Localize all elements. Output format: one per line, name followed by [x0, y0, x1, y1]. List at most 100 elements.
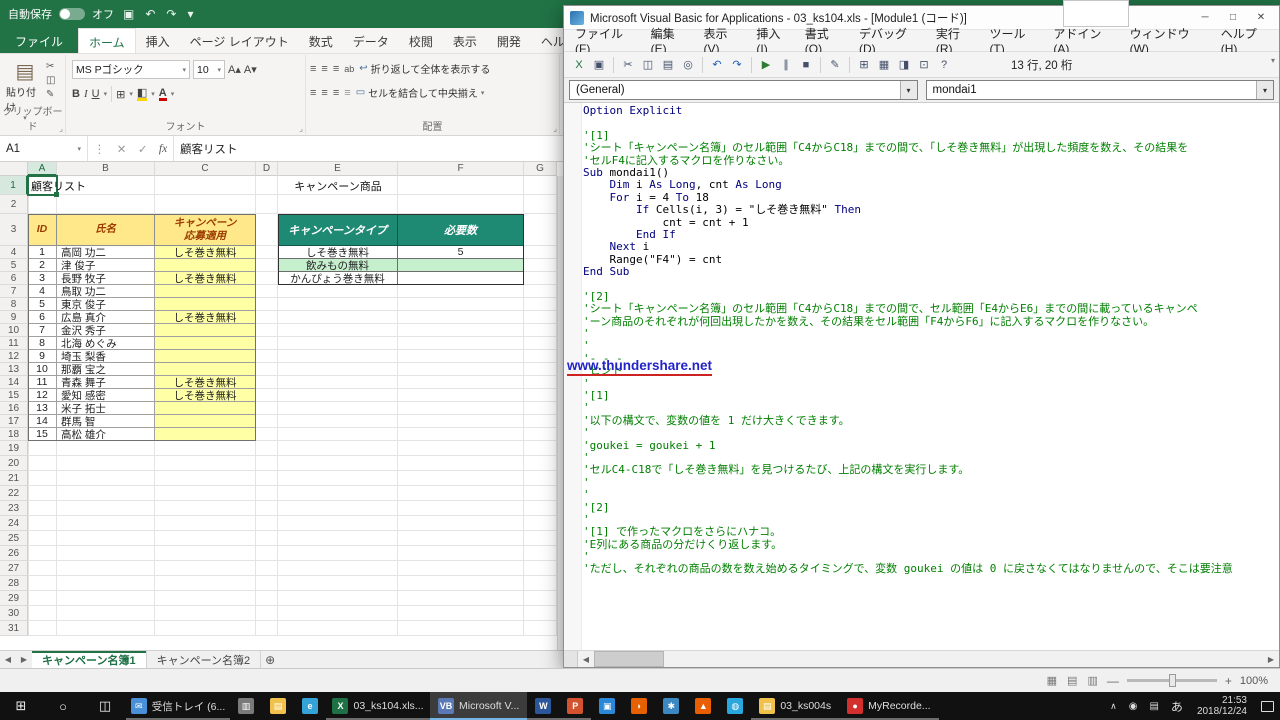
cell-C15[interactable]: しそ巻き無料 [155, 389, 256, 402]
undo-icon[interactable]: ↶ [708, 56, 726, 74]
column-header-F[interactable]: F [398, 162, 524, 176]
row-header-18[interactable]: 18 [0, 428, 28, 441]
row-header-8[interactable]: 8 [0, 298, 28, 311]
cell-F4[interactable]: 5 [398, 246, 524, 259]
redo-icon[interactable]: ↷ [164, 7, 178, 21]
fill-color-button[interactable]: ◧ [137, 88, 147, 101]
cell-B15[interactable]: 愛知 感密 [57, 389, 155, 402]
code-line-4[interactable]: 'シート「キャンペーン名簿」のセル範囲「C4からC18」までの間で、「しそ巻き無… [583, 142, 1279, 154]
cell-B14[interactable]: 青森 舞子 [57, 376, 155, 389]
row-header-13[interactable]: 13 [0, 363, 28, 376]
normal-view-icon[interactable]: ▦ [1046, 674, 1058, 687]
cell-C7[interactable] [155, 285, 256, 298]
design-mode-icon[interactable]: ✎ [826, 56, 844, 74]
ime-indicator[interactable]: あ [1165, 692, 1189, 720]
column-header-B[interactable]: B [57, 162, 155, 176]
row-header-30[interactable]: 30 [0, 606, 28, 621]
column-header-D[interactable]: D [256, 162, 278, 176]
cell-B9[interactable]: 広島 真介 [57, 311, 155, 324]
orientation-icon[interactable]: ab [344, 64, 354, 74]
row-header-5[interactable]: 5 [0, 259, 28, 272]
decrease-font-icon[interactable]: A▾ [244, 63, 257, 76]
cell-B10[interactable]: 金沢 秀子 [57, 324, 155, 337]
object-select[interactable]: (General)▾ [569, 80, 918, 100]
row-header-16[interactable]: 16 [0, 402, 28, 415]
tray-icon-1[interactable]: ◉ [1123, 692, 1144, 720]
save-icon[interactable]: ▣ [121, 7, 136, 21]
cell-B6[interactable]: 長野 牧子 [57, 272, 155, 285]
row-header-21[interactable]: 21 [0, 471, 28, 486]
page-break-view-icon[interactable]: ▥ [1086, 674, 1098, 687]
format-painter-icon[interactable]: ✎ [46, 89, 55, 100]
cell-A10[interactable]: 7 [28, 324, 57, 337]
horizontal-scrollbar[interactable]: ◀ ▶ [564, 650, 1279, 667]
code-line-24[interactable]: '[1] [583, 390, 1279, 402]
cell-A15[interactable]: 12 [28, 389, 57, 402]
font-size-select[interactable]: 10▾ [193, 60, 225, 79]
code-line-1[interactable]: Option Explicit [583, 105, 1279, 117]
ribbon-tab-9[interactable]: ヘルプ [531, 28, 565, 53]
cell-A8[interactable]: 5 [28, 298, 57, 311]
zoom-slider[interactable] [1127, 679, 1217, 682]
align-middle-icon[interactable]: ≡ [321, 63, 327, 75]
cell-C9[interactable]: しそ巻き無料 [155, 311, 256, 324]
ribbon-tab-7[interactable]: 表示 [443, 28, 487, 53]
cell-C11[interactable] [155, 337, 256, 350]
row-header-28[interactable]: 28 [0, 576, 28, 591]
wrap-text-button[interactable]: ↩ 折り返して全体を表示する [359, 61, 490, 76]
formula-options-icon[interactable]: ⋮ [94, 142, 106, 156]
code-line-23[interactable]: ' [583, 378, 1279, 390]
row-header-1[interactable]: 1 [0, 176, 28, 195]
align-center-icon[interactable]: ≡ [321, 87, 327, 99]
enter-icon[interactable]: ✓ [138, 142, 148, 156]
undo-icon[interactable]: ↶ [143, 7, 157, 21]
cell-A4[interactable]: 1 [28, 246, 57, 259]
vlc-button[interactable]: ▲ [687, 692, 719, 720]
merge-center-button[interactable]: ▭ セルを結合して中央揃え ▾ [356, 85, 485, 100]
cell-A17[interactable]: 14 [28, 415, 57, 428]
row-header-17[interactable]: 17 [0, 415, 28, 428]
firefox-button[interactable]: ◗ [623, 692, 655, 720]
code-line-38[interactable]: 'ただし、それぞれの商品の数を数え始めるタイミングで、変数 goukei の値は… [583, 563, 1279, 575]
row-header-29[interactable]: 29 [0, 591, 28, 606]
code-line-12[interactable]: Next i [583, 241, 1279, 253]
sheet-tab-1[interactable]: キャンペーン名簿1 [32, 651, 147, 668]
cell-C6[interactable]: しそ巻き無料 [155, 272, 256, 285]
add-sheet-icon[interactable]: ⊕ [261, 651, 279, 668]
scrollbar-thumb[interactable] [594, 651, 664, 667]
scroll-left-icon[interactable]: ◀ [578, 651, 594, 667]
code-line-27[interactable]: ' [583, 427, 1279, 439]
row-header-23[interactable]: 23 [0, 501, 28, 516]
increase-font-icon[interactable]: A▴ [228, 63, 241, 76]
toolbar-overflow-icon[interactable]: ▾ [1271, 56, 1275, 65]
photos-button[interactable]: ▣ [591, 692, 623, 720]
cell-B16[interactable]: 米子 拓士 [57, 402, 155, 415]
row-header-3[interactable]: 3 [0, 214, 28, 246]
code-line-36[interactable]: 'E列にある商品の分だけくり返します。 [583, 539, 1279, 551]
ribbon-tab-3[interactable]: ページ レイアウト [180, 28, 299, 53]
reset-icon[interactable]: ■ [797, 56, 815, 74]
cell-B13[interactable]: 那覇 宝之 [57, 363, 155, 376]
ribbon-tab-4[interactable]: 数式 [299, 28, 343, 53]
code-line-5[interactable]: 'セルF4に記入するマクロを作りなさい。 [583, 155, 1279, 167]
code-line-17[interactable]: 'シート「キャンペーン名簿」のセル範囲「C4からC18」までの間で、セル範囲「E… [583, 303, 1279, 315]
column-header-E[interactable]: E [278, 162, 398, 176]
zoom-out-button[interactable]: — [1107, 674, 1119, 688]
row-header-25[interactable]: 25 [0, 531, 28, 546]
clipboard-dialog-launcher-icon[interactable]: ⌟ [59, 124, 63, 133]
cell-A12[interactable]: 9 [28, 350, 57, 363]
cell-F6[interactable] [398, 272, 524, 285]
alignment-dialog-launcher-icon[interactable]: ⌟ [553, 124, 557, 133]
code-line-25[interactable]: ' [583, 402, 1279, 414]
page-layout-view-icon[interactable]: ▤ [1066, 674, 1078, 687]
sheet-prev-icon[interactable]: ◀ [0, 651, 16, 668]
cut-icon[interactable]: ✂ [46, 61, 55, 72]
cell-B5[interactable]: 津 俊子 [57, 259, 155, 272]
cell-C8[interactable] [155, 298, 256, 311]
code-line-31[interactable]: ' [583, 477, 1279, 489]
cell-B17[interactable]: 群馬 智 [57, 415, 155, 428]
row-header-15[interactable]: 15 [0, 389, 28, 402]
row-header-4[interactable]: 4 [0, 246, 28, 259]
code-editor[interactable]: Option Explicit '[1] 'シート「キャンペーン名簿」のセル範囲「C… [564, 102, 1279, 650]
zoom-in-button[interactable]: + [1225, 674, 1232, 688]
